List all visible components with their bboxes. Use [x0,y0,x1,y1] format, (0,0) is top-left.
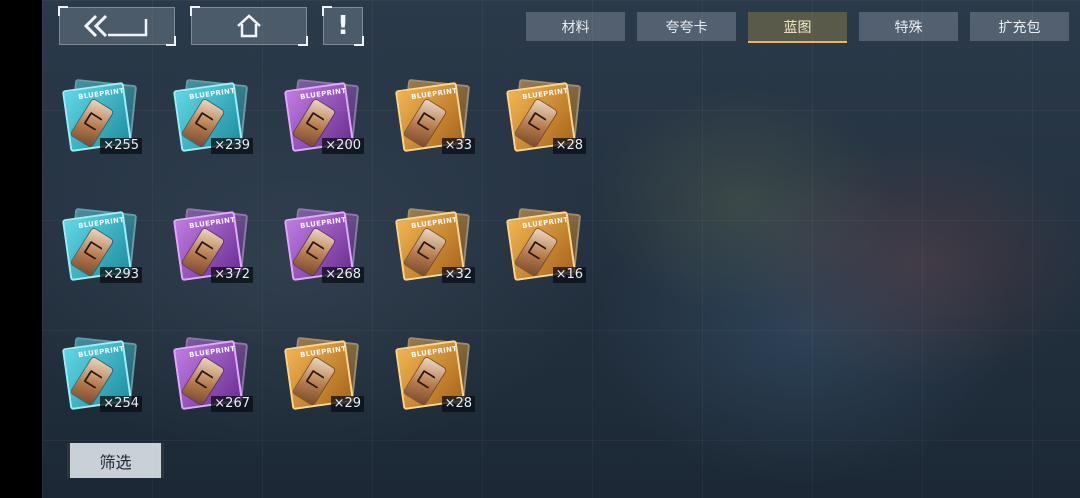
item-count: ×16 [552,267,586,283]
blueprint-item[interactable]: BLUEPRINT ×267 [167,336,253,428]
item-count: ×293 [100,267,142,283]
blueprint-item[interactable]: BLUEPRINT ×254 [56,336,142,428]
home-icon [237,14,261,38]
blueprint-item[interactable]: BLUEPRINT ×268 [278,207,364,299]
home-button[interactable] [190,6,308,46]
back-arrows-icon [83,14,148,38]
item-count: ×239 [211,138,253,154]
blueprint-item[interactable]: BLUEPRINT ×16 [500,207,586,299]
blueprint-item[interactable]: BLUEPRINT ×372 [167,207,253,299]
blueprint-item[interactable]: BLUEPRINT ×33 [389,78,475,170]
blueprint-item[interactable]: BLUEPRINT ×255 [56,78,142,170]
tab-blueprints[interactable]: 蓝图 [748,12,847,43]
item-count: ×255 [100,138,142,154]
category-tabs: 材料 夸夸卡 蓝图 特殊 扩充包 [526,12,1069,43]
item-count: ×200 [322,138,364,154]
tab-materials[interactable]: 材料 [526,12,625,41]
filter-button[interactable]: 筛选 [67,443,164,478]
notice-button[interactable]: ! [322,6,364,46]
blueprint-item[interactable]: BLUEPRINT ×200 [278,78,364,170]
item-count: ×28 [552,138,586,154]
item-count: ×372 [211,267,253,283]
item-count: ×29 [330,396,364,412]
item-count: ×32 [441,267,475,283]
item-count: ×28 [441,396,475,412]
tab-special[interactable]: 特殊 [859,12,958,41]
item-count: ×33 [441,138,475,154]
item-count: ×254 [100,396,142,412]
tab-expansion-packs[interactable]: 扩充包 [970,12,1069,41]
exclamation-icon: ! [337,11,349,41]
blueprint-item[interactable]: BLUEPRINT ×29 [278,336,364,428]
back-button[interactable] [58,6,176,46]
tab-praise-cards[interactable]: 夸夸卡 [637,12,736,41]
blueprint-item[interactable]: BLUEPRINT ×28 [389,336,475,428]
blueprint-item[interactable]: BLUEPRINT ×293 [56,207,142,299]
item-count: ×267 [211,396,253,412]
blueprint-item[interactable]: BLUEPRINT ×239 [167,78,253,170]
blueprint-item[interactable]: BLUEPRINT ×28 [500,78,586,170]
item-count: ×268 [322,267,364,283]
inventory-screen: ! 材料 夸夸卡 蓝图 特殊 扩充包 BLUEPRINT ×255 BLUEPRIN… [42,0,1080,498]
blueprint-item[interactable]: BLUEPRINT ×32 [389,207,475,299]
